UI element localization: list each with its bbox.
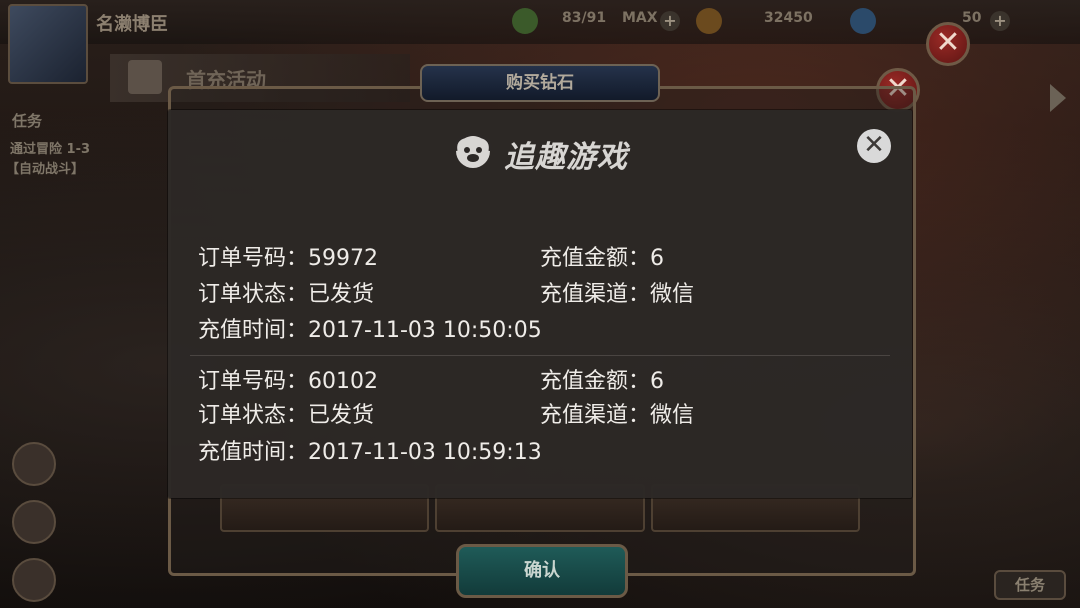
status-label: 订单状态 [198, 403, 287, 428]
close-gift-panel-icon[interactable]: ✕ [926, 22, 970, 66]
gem-icon [850, 8, 876, 34]
mail-icon[interactable] [12, 500, 56, 544]
chat-icon[interactable] [12, 558, 56, 602]
gold-icon [696, 8, 722, 34]
channel-label: 充值渠道 [540, 403, 629, 428]
order-number-line: 订单号码：59972 [198, 244, 378, 274]
channel-line: 充值渠道：微信 [540, 280, 694, 310]
time-label: 充值时间 [198, 440, 287, 465]
amount-label: 充值金额 [540, 369, 629, 394]
separator: ： [286, 318, 309, 343]
channel-label: 充值渠道 [540, 282, 629, 307]
separator: ： [628, 369, 651, 394]
player-name: 名濑博臣 [96, 14, 168, 35]
energy-value: 83/91 [562, 10, 607, 26]
player-avatar[interactable] [8, 4, 88, 84]
separator: ： [286, 403, 309, 428]
status-line: 订单状态：已发货 [198, 280, 374, 310]
channel-value: 微信 [650, 282, 695, 307]
quest-text-1: 通过冒险 1-3 [10, 142, 91, 157]
separator: ： [628, 282, 651, 307]
brand-logo: 追趣游戏 [452, 128, 632, 176]
time-value: 2017-11-03 10:50:05 [308, 318, 542, 343]
order-number-label: 订单号码 [198, 369, 287, 394]
order-number-value: 59972 [308, 246, 379, 271]
amount-label: 充值金额 [540, 246, 629, 271]
separator: ： [286, 369, 309, 394]
task-button[interactable]: 任务 [994, 570, 1066, 600]
energy-max-label: MAX [622, 10, 658, 26]
close-icon[interactable]: ✕ [857, 129, 891, 163]
quest-text-2: 【自动战斗】 [6, 162, 85, 177]
amount-line: 充值金额：6 [540, 367, 664, 397]
add-gem-button[interactable]: + [990, 11, 1010, 31]
lion-logo-icon [454, 133, 492, 168]
separator: ： [286, 440, 309, 465]
channel-line: 充值渠道：微信 [540, 401, 694, 431]
amount-value: 6 [650, 369, 665, 394]
logo-text: 追趣游戏 [504, 140, 628, 175]
confirm-button[interactable]: 确认 [456, 544, 628, 598]
separator: ： [628, 246, 651, 271]
order-number-value: 60102 [308, 369, 379, 394]
order-number-label: 订单号码 [198, 246, 287, 271]
time-label: 充值时间 [198, 318, 287, 343]
status-value: 已发货 [308, 282, 375, 307]
time-line: 充值时间：2017-11-03 10:59:13 [198, 438, 542, 468]
status-label: 订单状态 [198, 282, 287, 307]
order-divider [190, 355, 890, 356]
time-value: 2017-11-03 10:59:13 [308, 440, 542, 465]
friends-icon[interactable] [12, 442, 56, 486]
next-arrow-icon[interactable] [1050, 84, 1066, 112]
amount-line: 充值金额：6 [540, 244, 664, 274]
separator: ： [286, 282, 309, 307]
separator: ： [628, 403, 651, 428]
status-value: 已发货 [308, 403, 375, 428]
add-energy-button[interactable]: + [660, 11, 680, 31]
tasks-side-label[interactable]: 任务 [12, 110, 42, 131]
time-line: 充值时间：2017-11-03 10:50:05 [198, 316, 542, 346]
energy-icon [512, 8, 538, 34]
channel-value: 微信 [650, 403, 695, 428]
shop-title: 购买钻石 [420, 64, 660, 102]
gold-value: 32450 [764, 10, 813, 26]
separator: ： [286, 246, 309, 271]
gem-value: 50 [962, 10, 982, 26]
amount-value: 6 [650, 246, 665, 271]
gift-icon [128, 60, 162, 94]
order-number-line: 订单号码：60102 [198, 367, 378, 397]
status-line: 订单状态：已发货 [198, 401, 374, 431]
